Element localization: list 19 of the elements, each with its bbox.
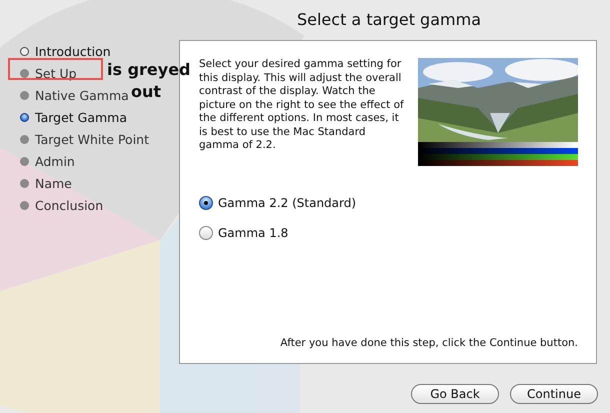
- step-label: Name: [35, 176, 72, 190]
- radio-button[interactable]: [199, 196, 213, 210]
- radio-button[interactable]: [199, 226, 213, 240]
- radio-label[interactable]: Gamma 1.8: [218, 226, 288, 240]
- step-label: Set Up: [35, 66, 77, 80]
- step-label: Target White Point: [35, 132, 150, 146]
- page-title: Select a target gamma: [296, 10, 481, 29]
- continue-button[interactable]: Continue: [510, 384, 598, 404]
- hint-text: After you have done this step, click the Continue button.: [279, 337, 578, 349]
- annotation-text: out: [131, 82, 162, 102]
- step-label: Conclusion: [35, 198, 104, 212]
- back-button[interactable]: Go Back: [411, 384, 499, 404]
- step-label: Introduction: [35, 44, 111, 58]
- radio-label[interactable]: Gamma 2.2 (Standard): [218, 196, 356, 210]
- step-label: Admin: [35, 154, 75, 168]
- description-text: Select your desired gamma setting for this display. This will adjust the overall contrast of the display. Watch the picture on the right to see the effect of the different options. In most cases, it is best to use the Mac Standard gamma of 2.2.: [199, 58, 405, 153]
- step-label: Target Gamma: [35, 110, 128, 124]
- step-label: Native Gamma: [35, 88, 129, 102]
- annotation-text: is greyed: [107, 60, 191, 80]
